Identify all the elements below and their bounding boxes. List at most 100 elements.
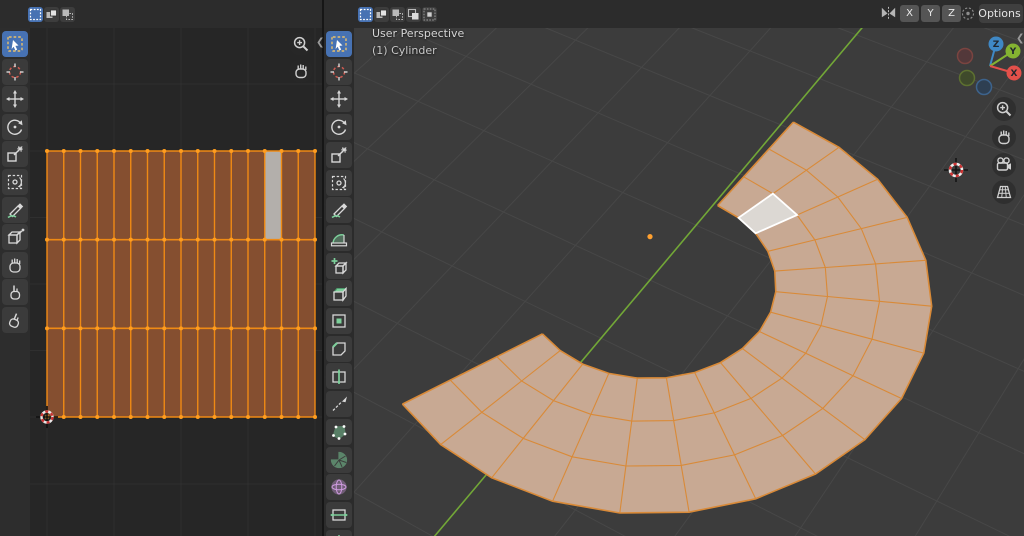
- nav-grid-button[interactable]: [992, 180, 1016, 204]
- uv-face: [264, 328, 282, 417]
- gizmo-axis-z[interactable]: Z: [988, 36, 1004, 52]
- tool-measure[interactable]: [326, 224, 352, 251]
- tool-inset-faces[interactable]: [326, 308, 352, 334]
- tool-shrink-fatten[interactable]: [326, 529, 352, 536]
- select-mode-subtract[interactable]: [390, 7, 405, 22]
- tool-select-box[interactable]: [2, 31, 28, 57]
- select-mode-extend-icon: [376, 9, 387, 18]
- tool-rip-region[interactable]: [2, 224, 28, 251]
- tool-pinch[interactable]: [2, 307, 28, 333]
- uv-face: [130, 151, 148, 240]
- viewport-canvas[interactable]: [324, 28, 1024, 536]
- object-origin-dot: [647, 234, 653, 240]
- nav-zoom-button[interactable]: [992, 97, 1016, 121]
- bevel-icon: [332, 341, 346, 356]
- mesh-symmetry-icon[interactable]: [879, 4, 898, 23]
- uv-face: [197, 151, 215, 240]
- tool-transform[interactable]: [2, 169, 28, 195]
- tool-poly-build[interactable]: [326, 418, 352, 445]
- tool-loop-cut[interactable]: [326, 363, 352, 390]
- tool-scale[interactable]: [2, 141, 28, 168]
- uv-face: [164, 328, 181, 417]
- relax-icon: [10, 285, 21, 301]
- uv-toolbar: [0, 28, 30, 536]
- uv-face: [298, 151, 315, 240]
- select-mode-extend[interactable]: [374, 7, 389, 22]
- uv-editor-header: [0, 0, 322, 29]
- gizmo-axis--x[interactable]: [956, 47, 974, 65]
- tool-smooth[interactable]: [326, 474, 352, 501]
- tool-move[interactable]: [2, 86, 28, 113]
- select-mode-set[interactable]: [358, 7, 373, 22]
- uv-face: [130, 328, 148, 417]
- nav-pan-button[interactable]: [992, 125, 1016, 149]
- uv-face: [181, 328, 198, 417]
- pan-icon: [295, 64, 307, 79]
- uv-editor-canvas[interactable]: [30, 28, 322, 536]
- cursor-icon: [330, 63, 348, 81]
- tool-edge-slide[interactable]: [326, 501, 352, 528]
- select-mode-subtract[interactable]: [60, 7, 75, 22]
- uv-face: [231, 239, 248, 329]
- viewport-sidebar-collapse-arrow[interactable]: ❮: [1016, 33, 1024, 44]
- tool-add-cube[interactable]: [326, 252, 352, 279]
- uv-face: [248, 151, 265, 240]
- tool-annotate[interactable]: [326, 197, 352, 224]
- svg-text:Y: Y: [1009, 47, 1017, 57]
- tool-grab[interactable]: [2, 251, 28, 278]
- tool-knife[interactable]: [326, 391, 352, 418]
- gizmo-axis-y[interactable]: Y: [1005, 43, 1021, 59]
- tool-bevel[interactable]: [326, 335, 352, 362]
- tool-transform[interactable]: [326, 169, 352, 196]
- uv-face: [114, 239, 131, 329]
- transform-icon: [7, 174, 23, 190]
- uv-face-selected: [264, 151, 282, 240]
- tool-spin[interactable]: [326, 446, 352, 473]
- nav-camera-button[interactable]: [992, 153, 1016, 177]
- options-dropdown[interactable]: Options: [978, 4, 1023, 23]
- uv-face: [248, 328, 265, 417]
- tool-scale[interactable]: [326, 141, 352, 168]
- nav-pan-button[interactable]: [289, 59, 313, 83]
- uv-face: [197, 239, 215, 329]
- view-perspective-label: User Perspective: [372, 27, 465, 40]
- tool-rotate[interactable]: [326, 114, 352, 141]
- navigation-gizmo[interactable]: ZY X: [956, 30, 1022, 98]
- tool-rotate[interactable]: [2, 113, 28, 140]
- select-mode-set-icon: [359, 8, 372, 21]
- select-mode-set[interactable]: [28, 7, 43, 22]
- uv-face: [281, 328, 299, 417]
- uv-sidebar-collapse-arrow[interactable]: ❮: [316, 37, 324, 48]
- tool-select-box[interactable]: [326, 31, 352, 57]
- pinch-icon: [8, 313, 20, 328]
- nav-zoom-button[interactable]: [289, 32, 313, 56]
- uv-face: [47, 328, 64, 417]
- move-icon: [6, 90, 24, 109]
- gizmo-axis--z[interactable]: [975, 78, 993, 96]
- proportional-editing-icon[interactable]: [959, 5, 977, 22]
- tool-cursor[interactable]: [2, 58, 28, 85]
- mirror-x-button[interactable]: X: [900, 5, 919, 22]
- select-mode-invert[interactable]: [406, 7, 421, 22]
- gizmo-axis-x[interactable]: X: [1006, 65, 1022, 81]
- svg-text:Z: Z: [993, 40, 1000, 50]
- mirror-y-button[interactable]: Y: [921, 5, 940, 22]
- gizmo-axis--y[interactable]: [958, 69, 976, 87]
- tool-annotate[interactable]: [2, 196, 28, 223]
- tool-cursor[interactable]: [326, 58, 352, 85]
- select-mode-subtract-icon: [62, 9, 73, 20]
- uv-face: [197, 328, 215, 417]
- uv-face: [97, 239, 114, 329]
- select-mode-invert-icon: [407, 8, 419, 20]
- tool-extrude-region[interactable]: [326, 280, 352, 307]
- uv-face: [114, 328, 131, 417]
- select-mode-set-icon: [29, 8, 42, 21]
- cursor-icon: [6, 63, 24, 81]
- select-mode-extend[interactable]: [44, 7, 59, 22]
- select-mode-intersect[interactable]: [422, 7, 437, 22]
- tool-move[interactable]: [326, 86, 352, 113]
- tool-relax[interactable]: [2, 279, 28, 306]
- active-object-label: (1) Cylinder: [372, 44, 437, 57]
- loop-cut-icon: [332, 369, 346, 385]
- select-mode-intersect-icon: [423, 8, 436, 21]
